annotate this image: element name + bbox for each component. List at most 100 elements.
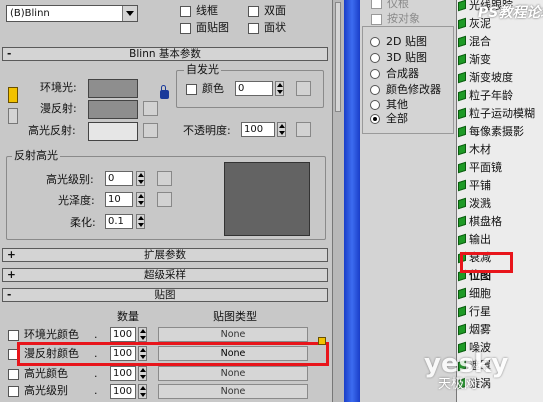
window-separator	[344, 0, 360, 402]
diffuse-map-button[interactable]	[143, 101, 158, 116]
map-row-amount-field[interactable]: 100	[110, 384, 136, 399]
lock-ambient-diffuse-button[interactable]	[8, 87, 18, 103]
faceted-label: 面状	[264, 21, 286, 34]
chevron-down-icon[interactable]	[122, 6, 137, 21]
editor-scrollbar[interactable]	[332, 0, 344, 402]
map-row-map-button[interactable]: None	[158, 366, 308, 381]
self-illum-spinner[interactable]	[275, 81, 284, 96]
rollout-maps-title: 贴图	[154, 289, 176, 301]
map-row-map-button[interactable]: None	[158, 327, 308, 342]
rollout-blinn-basic-title: Blinn 基本参数	[129, 48, 201, 60]
map-row-amount-spinner[interactable]	[138, 327, 147, 342]
map-list-item[interactable]: 渐变坡度	[458, 69, 513, 87]
self-illum-value-field[interactable]: 0	[235, 81, 273, 96]
specular-highlights-title: 反射高光	[12, 149, 60, 162]
map-row-label: 高光级别	[24, 384, 68, 397]
map-list-item[interactable]: 行星	[458, 303, 491, 321]
radio-other[interactable]	[370, 100, 380, 110]
soften-spinner[interactable]	[136, 214, 145, 229]
opacity-label: 不透明度:	[183, 124, 231, 137]
radio-other-label: 其他	[386, 98, 408, 111]
faceted-checkbox[interactable]	[248, 23, 259, 34]
glossiness-field[interactable]: 10	[105, 192, 133, 207]
diffuse-color-swatch[interactable]	[88, 100, 138, 119]
opacity-spinner[interactable]	[277, 122, 286, 137]
radio-color-modifiers[interactable]	[370, 85, 380, 95]
map-list-item-label: 烟雾	[469, 323, 491, 336]
map-list-item-label: 平铺	[469, 179, 491, 192]
glossiness-map-button[interactable]	[157, 192, 172, 207]
map-row-amount-spinner[interactable]	[138, 366, 147, 381]
radio-color-modifiers-label: 颜色修改器	[386, 83, 441, 96]
map-row-amount-field[interactable]: 100	[110, 327, 136, 342]
two-sided-checkbox[interactable]	[248, 6, 259, 17]
map-list-item[interactable]: 木材	[458, 141, 491, 159]
watermark-brand: yesky	[424, 349, 509, 379]
self-illum-color-label: 颜色	[202, 82, 224, 95]
opacity-map-button[interactable]	[296, 122, 311, 137]
opacity-field[interactable]: 100	[241, 122, 275, 137]
radio-2d-maps[interactable]	[370, 37, 380, 47]
map-row-checkbox[interactable]	[8, 386, 19, 397]
rollout-blinn-basic[interactable]: - Blinn 基本参数	[2, 47, 328, 61]
map-list-item[interactable]: 泼溅	[458, 195, 491, 213]
radio-3d-maps[interactable]	[370, 53, 380, 63]
map-list-item-label: 粒子运动模糊	[469, 107, 535, 120]
specular-map-button[interactable]	[143, 123, 158, 138]
soften-field[interactable]: 0.1	[105, 214, 133, 229]
specular-level-spinner[interactable]	[136, 171, 145, 186]
root-only-label: 仅根	[387, 0, 409, 10]
radio-all[interactable]	[370, 114, 380, 124]
diffuse-label: 漫反射:	[40, 102, 77, 115]
lock-diffuse-specular-button[interactable]	[8, 108, 18, 124]
rollout-maps[interactable]: - 贴图	[2, 288, 328, 302]
lock-icon[interactable]	[318, 337, 326, 345]
map-row-amount-spinner[interactable]	[138, 384, 147, 399]
ambient-color-swatch[interactable]	[88, 79, 138, 98]
self-illum-map-button[interactable]	[296, 81, 311, 96]
map-row-dots: .	[94, 384, 98, 397]
wire-checkbox[interactable]	[180, 6, 191, 17]
map-list-item[interactable]: 平面镜	[458, 159, 502, 177]
specular-level-field[interactable]: 0	[105, 171, 133, 186]
map-list-item[interactable]: 平铺	[458, 177, 491, 195]
map-list-item[interactable]: 细胞	[458, 285, 491, 303]
bitmap-highlight-box	[460, 252, 513, 273]
map-list-item-label: 每像素摄影	[469, 125, 524, 138]
face-map-label: 面贴图	[196, 21, 229, 34]
specular-color-swatch[interactable]	[88, 122, 138, 141]
map-row-label: 高光颜色	[24, 367, 68, 380]
watermark-bottom: 天极网	[438, 377, 478, 392]
map-list-item[interactable]: 每像素摄影	[458, 123, 524, 141]
map-list-item[interactable]: 烟雾	[458, 321, 491, 339]
rollout-extended-params[interactable]: + 扩展参数	[2, 248, 328, 262]
map-list-item[interactable]: 棋盘格	[458, 213, 502, 231]
map-list-item[interactable]: 混合	[458, 33, 491, 51]
map-list-item[interactable]: 粒子年龄	[458, 87, 513, 105]
map-row-map-button[interactable]: None	[158, 384, 308, 399]
map-row-checkbox[interactable]	[8, 369, 19, 380]
map-row-dots: .	[94, 328, 98, 341]
by-object-checkbox[interactable]	[371, 14, 382, 25]
by-object-label: 按对象	[387, 12, 420, 25]
radio-all-label: 全部	[386, 112, 408, 125]
glossiness-label: 光泽度:	[58, 194, 95, 207]
rollout-supersampling[interactable]: + 超级采样	[2, 268, 328, 282]
map-list-item-label: 木材	[469, 143, 491, 156]
map-row-amount-field[interactable]: 100	[110, 366, 136, 381]
shader-dropdown[interactable]: (B)Blinn	[6, 5, 138, 22]
glossiness-spinner[interactable]	[136, 192, 145, 207]
map-list-item[interactable]: 渐变	[458, 51, 491, 69]
self-illum-color-checkbox[interactable]	[186, 84, 197, 95]
map-list-item[interactable]: 输出	[458, 231, 491, 249]
ambient-label: 环境光:	[40, 81, 77, 94]
diffuse-map-highlight-box	[17, 342, 329, 366]
lock-icon[interactable]	[160, 85, 169, 99]
specular-level-map-button[interactable]	[157, 171, 172, 186]
root-only-checkbox[interactable]	[371, 0, 382, 9]
radio-compositors[interactable]	[370, 69, 380, 79]
map-list-item[interactable]: 粒子运动模糊	[458, 105, 535, 123]
map-row-checkbox[interactable]	[8, 330, 19, 341]
soften-label: 柔化:	[70, 216, 96, 229]
face-map-checkbox[interactable]	[180, 23, 191, 34]
